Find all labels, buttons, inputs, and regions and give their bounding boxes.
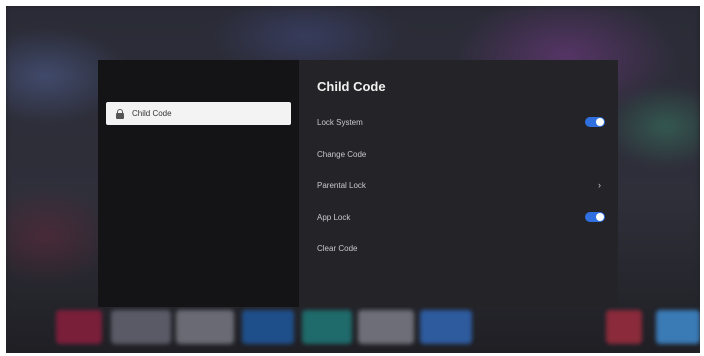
child-code-dialog: Child Code Child Code Lock System Change… bbox=[98, 60, 618, 307]
lock-system-toggle[interactable] bbox=[585, 117, 605, 127]
row-label: Parental Lock bbox=[317, 180, 366, 190]
row-label: Lock System bbox=[317, 117, 363, 127]
tv-screen: Child Code Child Code Lock System Change… bbox=[6, 6, 700, 353]
chevron-right-icon: › bbox=[598, 180, 601, 190]
nav-item-label: Child Code bbox=[132, 109, 172, 118]
app-lock-toggle[interactable] bbox=[585, 212, 605, 222]
row-parental-lock[interactable]: Parental Lock › bbox=[317, 176, 607, 194]
row-change-code[interactable]: Change Code bbox=[317, 145, 607, 163]
row-app-lock[interactable]: App Lock bbox=[317, 208, 607, 226]
child-code-settings-panel: Child Code Lock System Change Code Paren… bbox=[299, 60, 618, 307]
row-label: Change Code bbox=[317, 149, 367, 159]
settings-nav-panel: Child Code bbox=[98, 60, 299, 307]
panel-title: Child Code bbox=[317, 79, 386, 94]
row-label: App Lock bbox=[317, 212, 351, 222]
row-label: Clear Code bbox=[317, 243, 358, 253]
row-clear-code[interactable]: Clear Code bbox=[317, 239, 607, 257]
blurred-app-row bbox=[6, 304, 700, 346]
row-lock-system[interactable]: Lock System bbox=[317, 113, 607, 131]
lock-icon bbox=[116, 108, 124, 119]
nav-item-child-code[interactable]: Child Code bbox=[106, 102, 291, 125]
